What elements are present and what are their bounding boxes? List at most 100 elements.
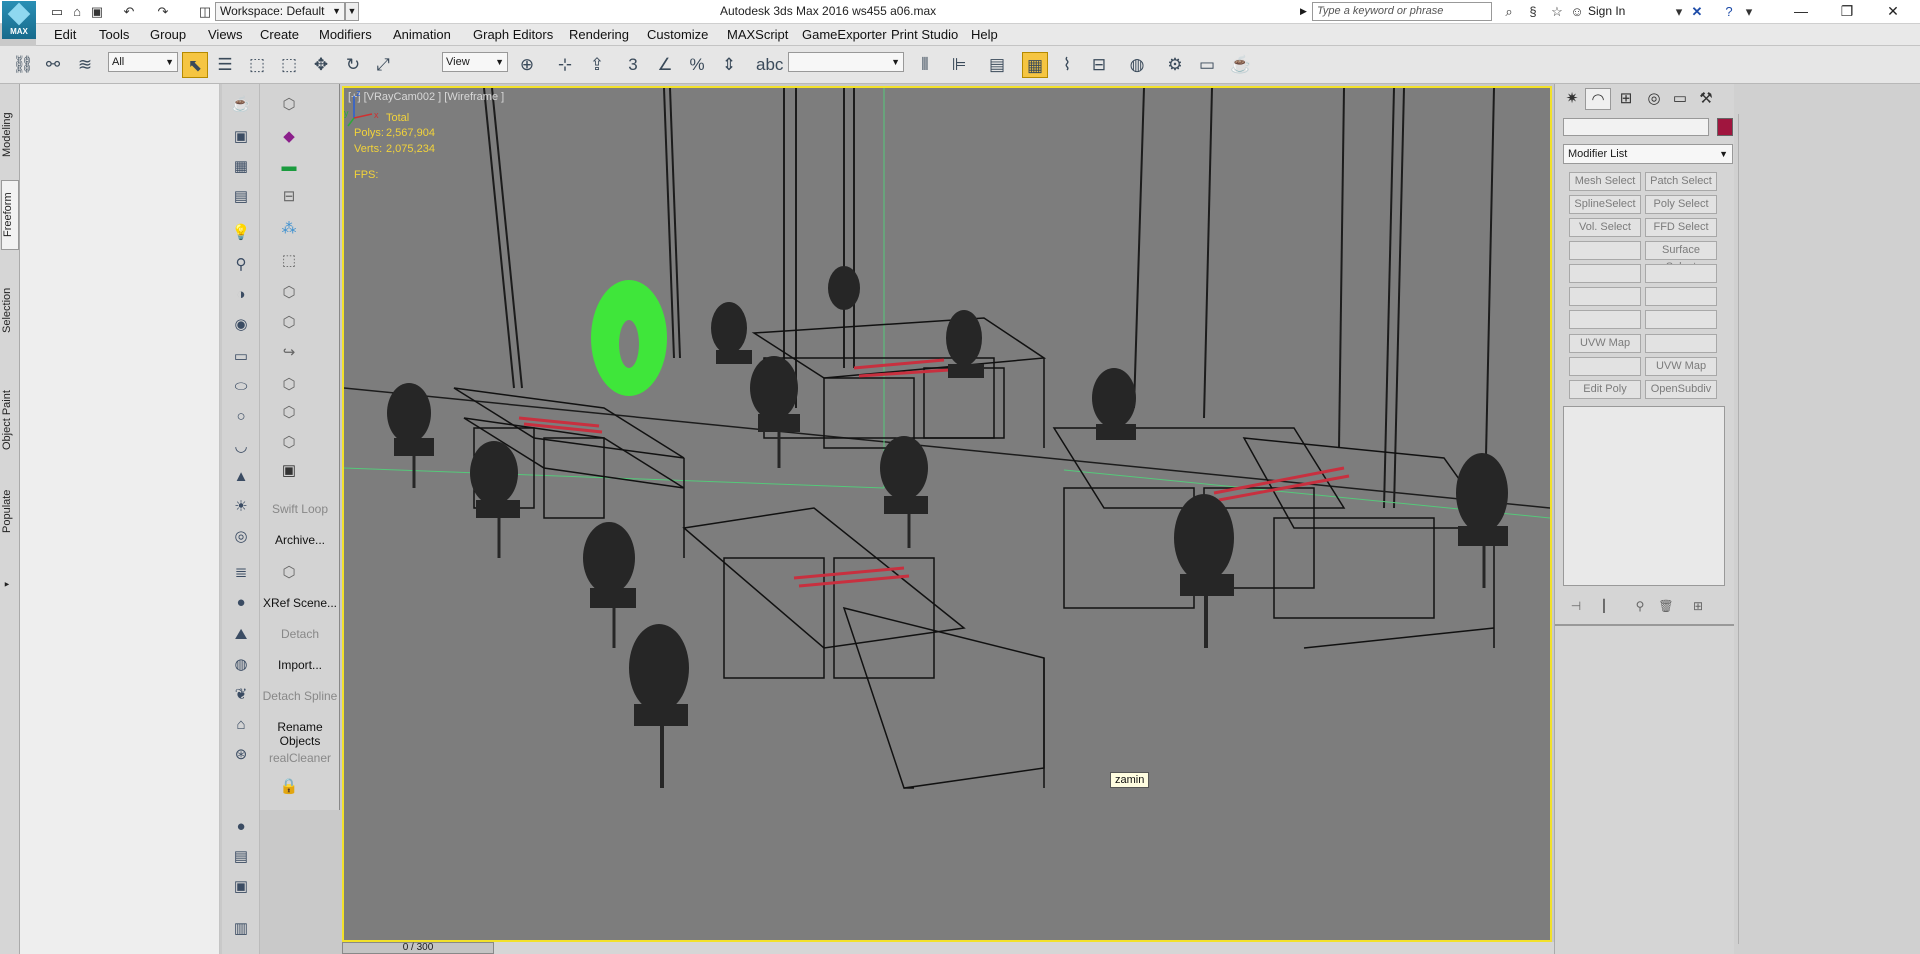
undo-icon[interactable]: ↶	[120, 3, 138, 21]
curve-editor-icon[interactable]: ⌇	[1054, 52, 1080, 78]
menu-print-studio[interactable]: Print Studio	[891, 27, 958, 42]
help-chevron-icon[interactable]: ▾	[1740, 3, 1758, 21]
object-name-field[interactable]	[1563, 118, 1709, 136]
calculator-icon[interactable]: ▦	[230, 156, 252, 178]
poly-select-button[interactable]: Poly Select	[1645, 195, 1717, 214]
teapot-icon[interactable]: ☕	[230, 94, 252, 116]
open-file-icon[interactable]: ⌂	[68, 3, 86, 21]
opensubdiv-button[interactable]: OpenSubdiv	[1645, 380, 1717, 399]
menu-create[interactable]: Create	[260, 27, 299, 42]
render-frame-icon[interactable]: ▣	[230, 126, 252, 148]
import-button[interactable]: Import...	[260, 658, 340, 672]
material-editor-icon[interactable]: ◍	[1124, 52, 1150, 78]
pin-stack-icon[interactable]: ⊣	[1565, 596, 1587, 616]
empty-modifier-button[interactable]	[1569, 287, 1641, 306]
menu-tools[interactable]: Tools	[99, 27, 129, 42]
ffd-select-button[interactable]: FFD Select	[1645, 218, 1717, 237]
hierarchy-icon[interactable]: ⊟	[278, 186, 300, 208]
modifier-stack-view[interactable]	[1563, 406, 1725, 586]
toggle-layer-explorer-icon[interactable]: ▦	[1022, 52, 1048, 78]
close-icon[interactable]: ✕	[1870, 0, 1916, 24]
edit-poly-button[interactable]: Edit Poly	[1569, 380, 1641, 399]
empty-modifier-button[interactable]	[1569, 310, 1641, 329]
patch-select-button[interactable]: Patch Select	[1645, 172, 1717, 191]
disc-icon[interactable]: ◎	[230, 526, 252, 548]
empty-modifier-button[interactable]	[1645, 264, 1717, 283]
plane-icon[interactable]: ▭	[230, 346, 252, 368]
select-by-name-icon[interactable]: ☰	[212, 52, 238, 78]
sphere-icon[interactable]: ●	[230, 816, 252, 838]
realcleaner-button[interactable]: realCleaner	[260, 751, 340, 765]
modify-tab-icon[interactable]: ◠	[1585, 88, 1611, 110]
exchange-icon[interactable]: ✕	[1688, 3, 1706, 21]
empty-modifier-button[interactable]	[1569, 264, 1641, 283]
workspace-dropdown[interactable]: Workspace: Default ▼	[215, 2, 345, 21]
search-input[interactable]: Type a keyword or phrase	[1312, 2, 1492, 21]
time-slider[interactable]: 0 / 300	[342, 942, 494, 954]
rename-objects-button[interactable]: Rename Objects	[260, 720, 340, 748]
empty-modifier-button[interactable]	[1645, 334, 1717, 353]
table-icon[interactable]: ▤	[230, 186, 252, 208]
minimize-icon[interactable]: —	[1778, 0, 1824, 24]
binoculars-icon[interactable]: ⌕	[1500, 3, 1518, 21]
green-camera-icon[interactable]: ▬	[278, 156, 300, 178]
empty-modifier-button[interactable]	[1645, 310, 1717, 329]
cleaner-icon[interactable]: ⌂	[230, 714, 252, 736]
select-object-icon[interactable]: ⬉	[182, 52, 208, 78]
sign-in-link[interactable]: Sign In	[1588, 4, 1625, 18]
texture-icon[interactable]: ⊛	[230, 744, 252, 766]
select-and-scale-icon[interactable]: ⤢	[370, 52, 396, 78]
align-icon[interactable]: ⊫	[946, 52, 972, 78]
motion-tab-icon[interactable]: ◎	[1641, 88, 1667, 110]
archive-button[interactable]: Archive...	[260, 533, 340, 547]
restore-icon[interactable]: ❐	[1824, 0, 1870, 24]
bind-to-space-warp-icon[interactable]: ≋	[72, 52, 98, 78]
render-red-icon[interactable]: ◉	[230, 314, 252, 336]
ribbon-tab-modeling[interactable]: Modeling	[1, 104, 19, 166]
ribbon-expand-icon[interactable]: ◂	[1, 576, 19, 592]
rendered-frame-window-icon[interactable]: ▭	[1194, 52, 1220, 78]
window-crossing-icon[interactable]: ⬚	[276, 52, 302, 78]
cube-icon[interactable]: ⬡	[278, 94, 300, 116]
mesh-select-button[interactable]: Mesh Select	[1569, 172, 1641, 191]
sign-in-chevron-icon[interactable]: ▾	[1670, 3, 1688, 21]
renderer-icon[interactable]: ▣	[230, 876, 252, 898]
menu-edit[interactable]: Edit	[54, 27, 76, 42]
project-folder-icon[interactable]: ◫	[196, 3, 214, 21]
save-file-icon[interactable]: ▣	[88, 3, 106, 21]
workspace-menu-button[interactable]: ▼	[345, 2, 359, 21]
menu-gameexporter[interactable]: GameExporter	[802, 27, 887, 42]
arrow-forward-icon[interactable]: ↪	[278, 342, 300, 364]
make-unique-icon[interactable]: ⚲	[1629, 596, 1651, 616]
camera-icon[interactable]: ⚲	[230, 254, 252, 276]
menu-rendering[interactable]: Rendering	[569, 27, 629, 42]
cube-plus-icon[interactable]: ⬡	[278, 402, 300, 424]
empty-modifier-button[interactable]	[1569, 357, 1641, 376]
angle-snap-icon[interactable]: ∠	[652, 52, 678, 78]
edit-named-selection-icon[interactable]: abc	[756, 52, 783, 78]
select-and-manipulate-icon[interactable]: ⊹	[552, 52, 578, 78]
lock-icon[interactable]: 🔒	[278, 776, 300, 798]
menu-modifiers[interactable]: Modifiers	[319, 27, 372, 42]
xref-scene-button[interactable]: XRef Scene...	[260, 596, 340, 610]
redo-icon[interactable]: ↷	[154, 3, 172, 21]
circle-icon[interactable]: ○	[230, 406, 252, 428]
menu-graph-editors[interactable]: Graph Editors	[473, 27, 553, 42]
hierarchy-tab-icon[interactable]: ⊞	[1613, 88, 1639, 110]
display-tab-icon[interactable]: ▭	[1667, 88, 1693, 110]
empty-modifier-button[interactable]	[1569, 241, 1641, 260]
sun-icon[interactable]: ☀	[230, 496, 252, 518]
scene-tool-icon[interactable]: ▤	[230, 846, 252, 868]
selection-filter-dropdown[interactable]: All ▼	[108, 52, 178, 72]
search-expand-icon[interactable]: ▶	[1300, 2, 1312, 21]
rectangular-selection-icon[interactable]: ⬚	[244, 52, 270, 78]
percent-snap-icon[interactable]: %	[684, 52, 710, 78]
schematic-view-icon[interactable]: ⊟	[1086, 52, 1112, 78]
remove-modifier-icon[interactable]: 🗑	[1655, 596, 1677, 616]
ribbon-tab-freeform[interactable]: Freeform	[1, 180, 19, 250]
uvw-map-button-2[interactable]: UVW Map	[1645, 357, 1717, 376]
subscription-icon[interactable]: §	[1524, 3, 1542, 21]
plant-icon[interactable]: ❦	[230, 684, 252, 706]
create-tab-icon[interactable]: ✷	[1559, 88, 1585, 110]
swift-loop-button[interactable]: Swift Loop	[260, 502, 340, 516]
